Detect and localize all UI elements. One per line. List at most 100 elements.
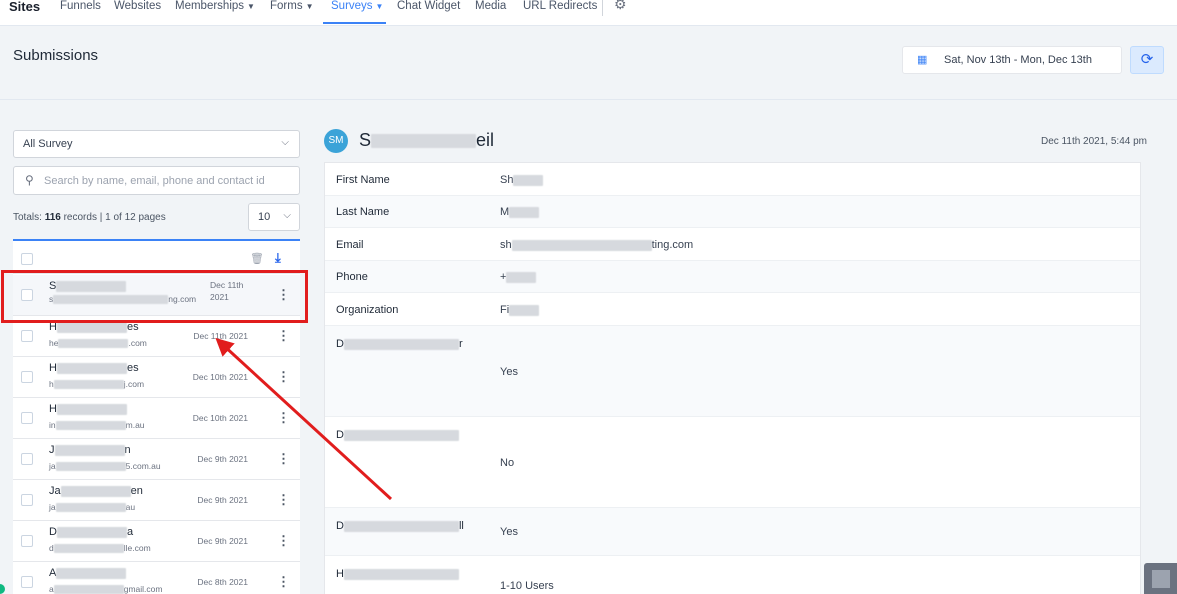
nav-item-url-redirects[interactable]: URL Redirects bbox=[523, 0, 597, 13]
nav-brand[interactable]: Sites bbox=[9, 0, 40, 13]
row-checkbox[interactable] bbox=[21, 535, 33, 547]
nav-item-forms-label: Forms bbox=[270, 0, 303, 12]
submitter-email: he .com bbox=[49, 338, 147, 349]
field-label-start: D bbox=[336, 520, 344, 532]
list-item[interactable]: Hin m.au Dec 10th 2021 ⋮ bbox=[13, 398, 300, 439]
field-label: First Name bbox=[336, 174, 390, 186]
row-checkbox[interactable] bbox=[21, 576, 33, 588]
nav-item-chat-widget[interactable]: Chat Widget bbox=[397, 0, 460, 13]
nav-item-funnels[interactable]: Funnels bbox=[60, 0, 101, 13]
trash-icon[interactable]: 🗑 bbox=[250, 252, 264, 265]
top-nav: Sites Funnels Websites Memberships ▼ Form… bbox=[0, 0, 1177, 26]
submitter-email-end: lle.com bbox=[123, 543, 151, 553]
chevron-down-icon: ⌵ bbox=[281, 137, 289, 148]
page-size-value: 10 bbox=[258, 211, 271, 223]
field-label-end: ll bbox=[458, 520, 464, 532]
submission-date: Dec 9th 2021 bbox=[197, 536, 248, 546]
redacted-text bbox=[55, 462, 126, 472]
gear-icon[interactable]: ⚙ bbox=[614, 0, 627, 11]
redacted-text bbox=[55, 503, 126, 513]
totals-suffix: records | 1 of 12 pages bbox=[60, 212, 166, 223]
row-checkbox[interactable] bbox=[21, 494, 33, 506]
more-options-icon[interactable]: ⋮ bbox=[277, 451, 290, 467]
redacted-text bbox=[56, 526, 127, 538]
field-value-start: Sh bbox=[500, 174, 514, 186]
redacted-text bbox=[56, 362, 127, 374]
redacted-text bbox=[55, 421, 126, 431]
submitter-name-end: n bbox=[124, 444, 131, 456]
redacted-text bbox=[506, 271, 537, 283]
field-label-end: r bbox=[458, 338, 463, 350]
nav-item-memberships[interactable]: Memberships ▼ bbox=[175, 0, 255, 13]
field-label: Email bbox=[336, 239, 364, 251]
field-value: sh ting.com bbox=[500, 239, 693, 251]
redacted-text bbox=[56, 321, 127, 333]
download-icon[interactable]: ⤓ bbox=[275, 250, 281, 266]
nav-item-media[interactable]: Media bbox=[475, 0, 506, 13]
list-item[interactable]: Da d lle.com Dec 9th 2021 ⋮ bbox=[13, 521, 300, 562]
nav-item-surveys[interactable]: Surveys ▼ bbox=[331, 0, 383, 13]
date-range-picker[interactable]: ▦ Sat, Nov 13th - Mon, Dec 13th bbox=[902, 46, 1122, 74]
field-value: 1-10 Users bbox=[500, 580, 554, 592]
page-size-select[interactable]: 10 ⌵ bbox=[248, 203, 300, 231]
status-dot bbox=[0, 584, 5, 594]
row-checkbox[interactable] bbox=[21, 371, 33, 383]
row-checkbox[interactable] bbox=[21, 330, 33, 342]
list-item[interactable]: Ja en ja au Dec 9th 2021 ⋮ bbox=[13, 480, 300, 521]
more-options-icon[interactable]: ⋮ bbox=[277, 574, 290, 590]
chevron-down-icon: ▼ bbox=[375, 2, 384, 11]
submitter-email: d lle.com bbox=[49, 543, 151, 554]
more-options-icon[interactable]: ⋮ bbox=[277, 369, 290, 385]
detail-row: H 1-10 Users bbox=[325, 556, 1140, 594]
chevron-down-icon: ▼ bbox=[247, 2, 255, 11]
redacted-text bbox=[343, 520, 459, 532]
refresh-button[interactable]: ⟳ bbox=[1130, 46, 1164, 74]
detail-row: Phone + bbox=[325, 261, 1140, 293]
nav-item-websites[interactable]: Websites bbox=[114, 0, 161, 13]
field-label: Dr bbox=[336, 336, 476, 353]
detail-row: D No bbox=[325, 417, 1140, 508]
submitter-email-start: ja bbox=[49, 502, 56, 512]
submitter-email: ja au bbox=[49, 502, 135, 513]
submission-date: Dec 11th 2021, 5:44 pm bbox=[1041, 136, 1147, 147]
field-label: Organization bbox=[336, 304, 399, 316]
field-value: M bbox=[500, 206, 540, 218]
avatar: SM bbox=[324, 129, 348, 153]
field-value: Fi bbox=[500, 304, 540, 316]
chevron-down-icon: ⌵ bbox=[283, 210, 291, 221]
refresh-icon: ⟳ bbox=[1140, 51, 1154, 68]
more-options-icon[interactable]: ⋮ bbox=[277, 533, 290, 549]
survey-select[interactable]: All Survey ⌵ bbox=[13, 130, 300, 158]
field-label: Last Name bbox=[336, 206, 390, 218]
more-options-icon[interactable]: ⋮ bbox=[277, 328, 290, 344]
totals-count: 116 bbox=[44, 212, 61, 223]
submitter-name-end: a bbox=[126, 526, 134, 538]
nav-item-forms[interactable]: Forms ▼ bbox=[270, 0, 314, 13]
submitter-email: h j.com bbox=[49, 379, 145, 390]
list-item[interactable]: Aa gmail.com Dec 8th 2021 ⋮ bbox=[13, 562, 300, 594]
detail-row: Dr Yes bbox=[325, 326, 1140, 417]
more-options-icon[interactable]: ⋮ bbox=[277, 410, 290, 426]
list-item[interactable]: Hes h j.com Dec 10th 2021 ⋮ bbox=[13, 357, 300, 398]
submitter-name-start: H bbox=[49, 403, 57, 415]
help-widget[interactable] bbox=[1144, 563, 1177, 594]
field-value: No bbox=[500, 457, 514, 469]
field-value-start: No bbox=[500, 457, 515, 469]
more-options-icon[interactable]: ⋮ bbox=[277, 492, 290, 508]
select-all-checkbox[interactable] bbox=[21, 253, 33, 265]
submitter-email: a gmail.com bbox=[49, 584, 162, 594]
field-label-start: D bbox=[336, 429, 344, 441]
submission-date: Dec 8th 2021 bbox=[197, 577, 248, 587]
list-item[interactable]: Jn ja 5.com.au Dec 9th 2021 ⋮ bbox=[13, 439, 300, 480]
redacted-text bbox=[371, 134, 477, 149]
nav-separator bbox=[602, 0, 603, 16]
detail-row: Last Name M bbox=[325, 196, 1140, 228]
submitter-email-end: gmail.com bbox=[123, 584, 163, 594]
redacted-text bbox=[343, 429, 459, 441]
row-checkbox[interactable] bbox=[21, 453, 33, 465]
row-checkbox[interactable] bbox=[21, 412, 33, 424]
search-input[interactable] bbox=[44, 172, 294, 189]
submitter-name: Ja en bbox=[49, 485, 143, 497]
submitter-email-end: j.com bbox=[123, 379, 145, 389]
field-label-start: H bbox=[336, 568, 344, 580]
